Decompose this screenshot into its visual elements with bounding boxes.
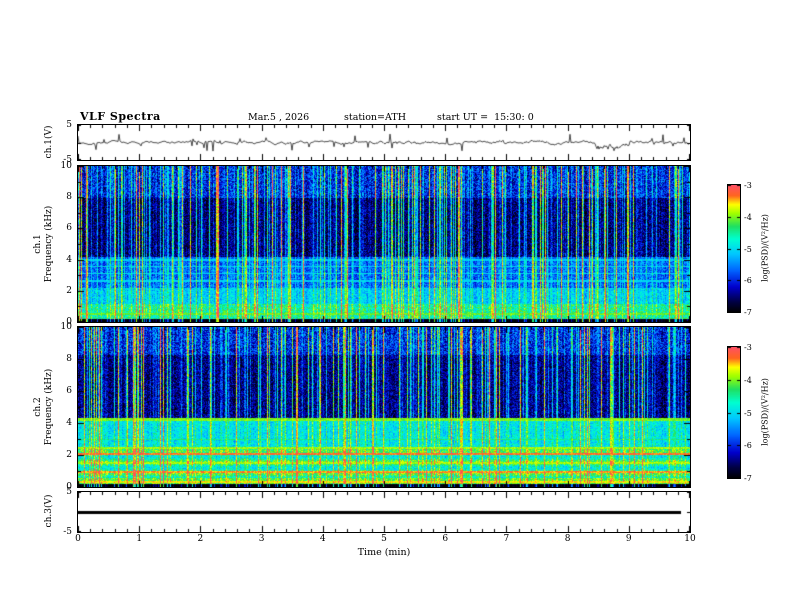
colorbar-ch2-tick-label: -4 [744, 375, 752, 385]
ch3v-y-tick-label: 5 [66, 487, 72, 497]
spec1-y-tick-label: 6 [66, 223, 72, 234]
ch3v-y-tick-label: -5 [63, 527, 72, 537]
x-tick-label: 6 [442, 534, 449, 544]
x-tick-label: 9 [625, 534, 632, 544]
x-tick-label: 5 [381, 534, 387, 544]
colorbar-ch2 [727, 346, 741, 479]
figure-title: VLF Spectra [80, 110, 161, 123]
spec2-y-tick-label: 2 [66, 450, 72, 460]
x-tick-label: 8 [564, 534, 571, 544]
colorbar-ch2-tick-label: -6 [744, 441, 752, 451]
ch2-axis-label-line1: ch.2 [33, 397, 43, 417]
time-axis-label: Time (min) [357, 547, 411, 558]
spec2-y-tick-label: 8 [66, 354, 72, 364]
colorbar-ch1-tick-label: -5 [744, 244, 752, 254]
x-tick-label: 2 [197, 534, 204, 544]
date-label: Mar.5 , 2026 [248, 112, 310, 123]
colorbar-ch1-tick-label: -6 [744, 276, 752, 286]
ch1-axis-label-line2: Frequency (kHz) [44, 205, 54, 283]
colorbar-ch1-tick-label: -4 [744, 212, 752, 222]
vlf-spectra-figure: VLF Spectra Mar.5 , 2026 station=ATH sta… [0, 0, 792, 612]
colorbar-ch1-tick-label: -7 [744, 308, 752, 317]
x-tick-label: 4 [319, 534, 326, 544]
ch1-frequency-axis-label: ch.1 Frequency (kHz) [33, 206, 55, 283]
ch1v-axis-label: ch.1(V) [44, 125, 54, 159]
x-tick-label: 1 [136, 534, 143, 544]
spec2-y-tick-label: 10 [60, 322, 72, 332]
ch2-frequency-axis-label: ch.2 Frequency (kHz) [33, 369, 55, 446]
colorbar-ch1 [727, 184, 741, 313]
ch1v-y-tick-label: 5 [66, 120, 72, 130]
x-tick-label: 10 [684, 534, 696, 544]
ch1v-y-tick-label: -5 [63, 155, 72, 165]
colorbar-ch2-tick-label: -3 [744, 343, 752, 352]
x-tick-label: 3 [258, 534, 265, 544]
ch1-axis-label-line1: ch.1 [33, 234, 43, 254]
spec1-y-tick-label: 8 [66, 192, 72, 203]
spec2-y-tick-label: 4 [66, 418, 72, 428]
ch1-waveform-plot [77, 124, 691, 161]
colorbar-ch2-tick-label: -7 [744, 474, 752, 483]
colorbar-ch2-tick-label: -5 [744, 408, 752, 418]
ch2-spectrogram-plot [77, 326, 691, 488]
start-ut-label: start UT = 15:30: 0 [437, 112, 534, 123]
spec1-y-tick-label: 2 [66, 285, 72, 296]
spec1-y-tick-label: 4 [66, 254, 72, 265]
ch3v-axis-label: ch.3(V) [44, 494, 54, 528]
x-tick-label: 7 [503, 534, 510, 544]
spec2-y-tick-label: 6 [66, 386, 72, 396]
station-label: station=ATH [344, 112, 406, 123]
ch2-axis-label-line2: Frequency (kHz) [44, 368, 54, 446]
colorbar-ch1-tick-label: -3 [744, 181, 752, 190]
ch3-waveform-plot [77, 491, 691, 533]
ch1-spectrogram-plot [77, 165, 691, 323]
